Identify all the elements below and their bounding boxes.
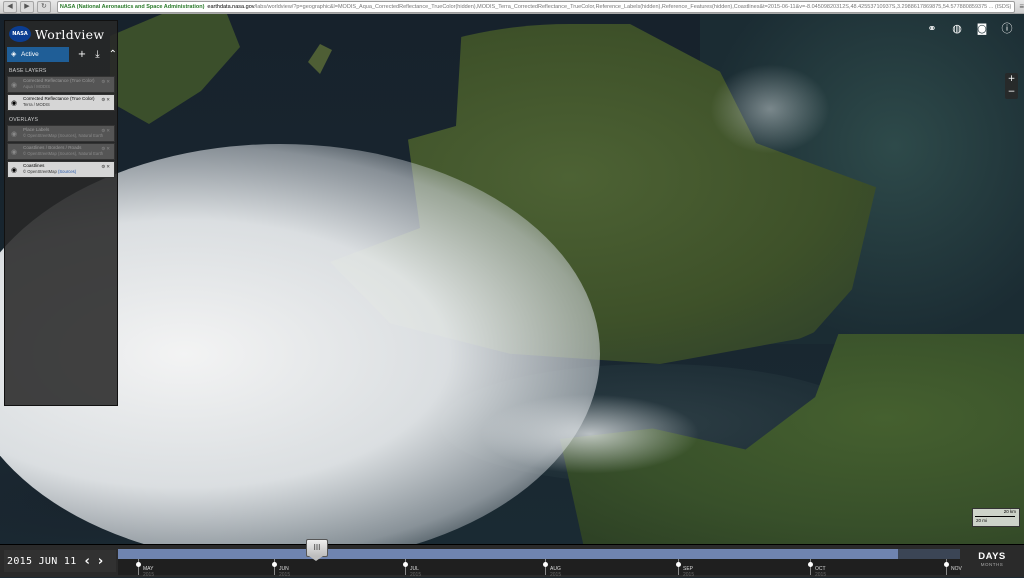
land-area [110, 14, 240, 124]
month-year: 2015 [410, 572, 422, 578]
timeline-handle[interactable]: III [306, 539, 328, 557]
secure-org-label: NASA (National Aeronautics and Space Adm… [59, 3, 205, 10]
scale-km: 20 km [1003, 509, 1016, 514]
tab-active-layers[interactable]: ◈ Active [7, 47, 69, 62]
layer-item[interactable]: ◉ Place Labels © OpenStreetMap (Sources)… [7, 125, 115, 142]
download-icon[interactable]: ⤓ [95, 49, 99, 60]
base-layers-heading: BASE LAYERS [9, 68, 47, 74]
layer-name: Corrected Reflectance (True Color) [23, 78, 95, 83]
add-layer-icon[interactable]: + [78, 49, 86, 60]
globe-icon[interactable]: ◍ [948, 22, 966, 36]
month-year: 2015 [815, 572, 827, 578]
zoom-in-button[interactable]: + [1005, 73, 1018, 86]
month-year: 2015 [143, 572, 155, 578]
browser-toolbar: ◀ ▶ ↻ NASA (National Aeronautics and Spa… [0, 0, 1024, 14]
month-tick[interactable]: JUN 2015 [272, 559, 290, 578]
url-path: /labs/worldview/?p=geographic&l=MODIS_Aq… [254, 3, 1012, 10]
layer-name: Coastlines / Borders / Roads [23, 145, 82, 150]
app-title: Worldview [35, 26, 105, 42]
layer-subtitle: Terra / MODIS [23, 102, 50, 107]
layer-controls-icon[interactable]: ⚙✕ [101, 79, 111, 85]
info-icon[interactable]: ⓘ [998, 22, 1016, 36]
month-year: 2015 [550, 572, 562, 578]
cloud-cover [710, 64, 830, 154]
layer-controls-icon[interactable]: ⚙✕ [101, 97, 111, 103]
month-tick[interactable]: JUL 2015 [403, 559, 421, 578]
layer-subtitle: © OpenStreetMap (Sources) [23, 169, 76, 174]
timeline: 2015 JUN 11 ‹ › MAY 2015 JUN 2015 JUL 20… [0, 544, 1024, 578]
layer-item[interactable]: ◉ Coastlines / Borders / Roads © OpenStr… [7, 143, 115, 160]
timeline-ticks: MAY 2015 JUN 2015 JUL 2015 AUG 2015 SEP … [118, 559, 962, 578]
zoom-out-button[interactable]: − [1005, 86, 1018, 99]
month-tick[interactable]: AUG 2015 [543, 559, 561, 578]
tab-label: Active [21, 51, 39, 58]
land-area [308, 44, 332, 74]
zoom-control: + − [1005, 73, 1018, 99]
timeline-track[interactable] [118, 549, 960, 559]
collapse-icon[interactable]: ⌃ [109, 49, 117, 60]
layer-name: Corrected Reflectance (True Color) [23, 96, 95, 101]
prev-day-button[interactable]: ‹ [85, 554, 90, 569]
month-tick[interactable]: OCT 2015 [808, 559, 826, 578]
panel-tabs: ◈ Active + ⤓ ⌃ [5, 47, 117, 62]
map-toolbar: ⚭ ◍ ◙ ⓘ [923, 22, 1016, 36]
month-label: NOV [951, 566, 962, 572]
layer-item[interactable]: ◉ Corrected Reflectance (True Color) Aqu… [7, 76, 115, 93]
nasa-logo: NASA [9, 26, 31, 42]
timeline-future-range [898, 549, 960, 559]
browser-menu-icon[interactable]: ≡ [1019, 2, 1024, 11]
forward-button[interactable]: ▶ [19, 0, 34, 13]
month-tick[interactable]: SEP 2015 [676, 559, 694, 578]
back-button[interactable]: ◀ [3, 0, 17, 13]
zoom-level-months: MONTHS [980, 562, 1004, 567]
layer-controls-icon[interactable]: ⚙✕ [101, 128, 111, 134]
address-bar[interactable]: NASA (National Aeronautics and Space Adm… [56, 0, 1016, 13]
layer-name: Coastlines [23, 163, 45, 168]
scale-mi: 20 mi [976, 518, 988, 523]
month-year: 2015 [279, 572, 291, 578]
layer-controls-icon[interactable]: ⚙✕ [101, 146, 111, 152]
month-tick[interactable]: MAY 2015 [136, 559, 154, 578]
scale-line [975, 516, 1015, 517]
scale-bar: 20 km 20 mi [972, 508, 1020, 527]
overlays-heading: OVERLAYS [9, 117, 39, 123]
next-day-button[interactable]: › [98, 554, 103, 569]
eye-icon[interactable]: ◉ [11, 99, 17, 107]
map-view[interactable] [0, 14, 1024, 544]
layer-item[interactable]: ◉ Corrected Reflectance (True Color) Ter… [7, 94, 115, 111]
date-selector: 2015 JUN 11 ‹ › [4, 550, 116, 572]
layers-icon: ◈ [11, 51, 17, 58]
eye-icon[interactable]: ◉ [11, 166, 17, 174]
reload-button[interactable]: ↻ [36, 0, 51, 13]
current-date[interactable]: 2015 JUN 11 [7, 556, 77, 567]
url-domain: earthdata.nasa.gov [207, 3, 255, 10]
month-year: 2015 [683, 572, 695, 578]
timeline-data-range [118, 549, 898, 559]
layer-item[interactable]: ◉ Coastlines © OpenStreetMap (Sources) ⚙… [7, 161, 115, 178]
app-header: NASA Worldview [5, 21, 117, 47]
timeline-handle-pointer [309, 556, 323, 561]
sources-link[interactable]: (Sources) [58, 169, 76, 174]
link-icon[interactable]: ⚭ [923, 22, 941, 36]
layer-subtitle: © OpenStreetMap (Sources), Natural Earth [23, 133, 104, 138]
eye-icon[interactable]: ◉ [11, 81, 17, 89]
layer-subtitle: Aqua / MODIS [23, 84, 50, 89]
cloud-cover [480, 394, 700, 474]
layer-source: © OpenStreetMap [23, 169, 58, 174]
camera-icon[interactable]: ◙ [973, 22, 991, 36]
timeline-zoom-level[interactable]: DAYS MONTHS [962, 549, 1022, 573]
month-tick[interactable]: NOV [944, 559, 962, 575]
layer-controls-icon[interactable]: ⚙✕ [101, 164, 111, 170]
eye-icon[interactable]: ◉ [11, 148, 17, 156]
zoom-level-days: DAYS [978, 551, 1006, 562]
layer-name: Place Labels [23, 127, 50, 132]
layer-subtitle: © OpenStreetMap (Sources), Natural Earth [23, 151, 104, 156]
eye-icon[interactable]: ◉ [11, 130, 17, 138]
layers-panel: NASA Worldview ◈ Active + ⤓ ⌃ BASE LAYER… [4, 20, 118, 406]
